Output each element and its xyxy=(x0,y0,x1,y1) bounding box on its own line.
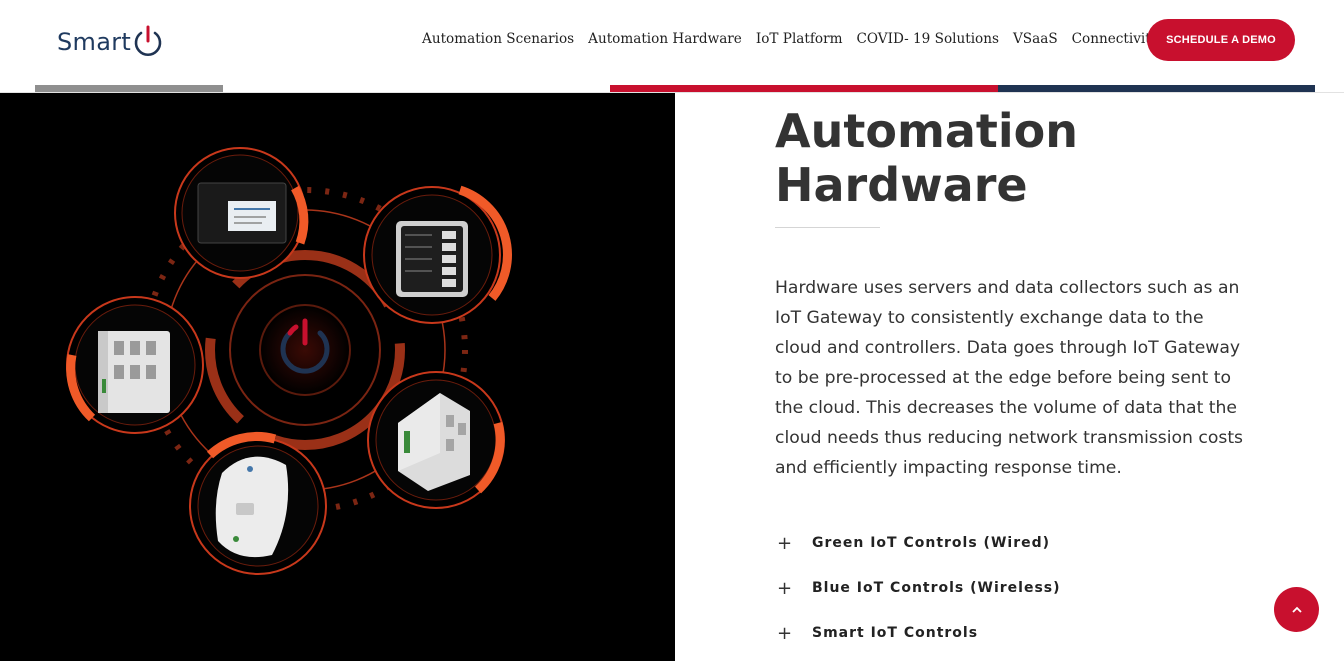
iot-hardware-illustration xyxy=(66,147,512,575)
accordion-label: Smart IoT Controls xyxy=(812,625,979,641)
chevron-up-icon xyxy=(1291,606,1302,613)
nav-automation-hardware[interactable]: Automation Hardware xyxy=(588,31,742,47)
title-divider xyxy=(775,227,880,228)
scroll-to-top-button[interactable] xyxy=(1274,587,1319,632)
device-node-din-controller xyxy=(66,296,204,434)
nav-covid-solutions[interactable]: COVID- 19 Solutions xyxy=(856,31,999,47)
device-node-gateway xyxy=(174,147,309,279)
accordion-smart-iot-controls[interactable]: + Smart IoT Controls xyxy=(775,618,1255,648)
main-nav: Automation Scenarios Automation Hardware… xyxy=(415,31,1165,47)
accordion-label: Green IoT Controls (Wired) xyxy=(812,535,1051,551)
page-title: Automation Hardware xyxy=(775,104,1079,212)
accordion-green-iot-controls[interactable]: + Green IoT Controls (Wired) xyxy=(775,528,1255,558)
nav-automation-scenarios[interactable]: Automation Scenarios xyxy=(422,31,574,47)
device-node-smart-plug xyxy=(189,431,327,575)
plus-icon: + xyxy=(777,622,793,644)
nav-iot-platform[interactable]: IoT Platform xyxy=(756,31,843,47)
logo-text: Smart xyxy=(57,28,132,56)
nav-vsaas[interactable]: VSaaS xyxy=(1013,31,1058,47)
accordion-label: Blue IoT Controls (Wireless) xyxy=(812,580,1061,596)
plus-icon: + xyxy=(777,532,793,554)
plus-icon: + xyxy=(777,577,793,599)
hardware-description: Hardware uses servers and data collector… xyxy=(775,278,1244,478)
device-node-switch-panel xyxy=(363,185,512,324)
site-logo[interactable]: Smart xyxy=(57,25,164,58)
hardware-illustration xyxy=(0,93,675,661)
power-icon xyxy=(134,25,162,56)
schedule-demo-button[interactable]: SCHEDULE A DEMO xyxy=(1147,19,1295,61)
nav-connectivity[interactable]: Connectivity xyxy=(1072,31,1159,47)
site-header: Smart Automation Scenarios Automation Ha… xyxy=(0,0,1344,85)
accordion-blue-iot-controls[interactable]: + Blue IoT Controls (Wireless) xyxy=(775,573,1255,603)
device-node-relay-module xyxy=(367,371,505,509)
